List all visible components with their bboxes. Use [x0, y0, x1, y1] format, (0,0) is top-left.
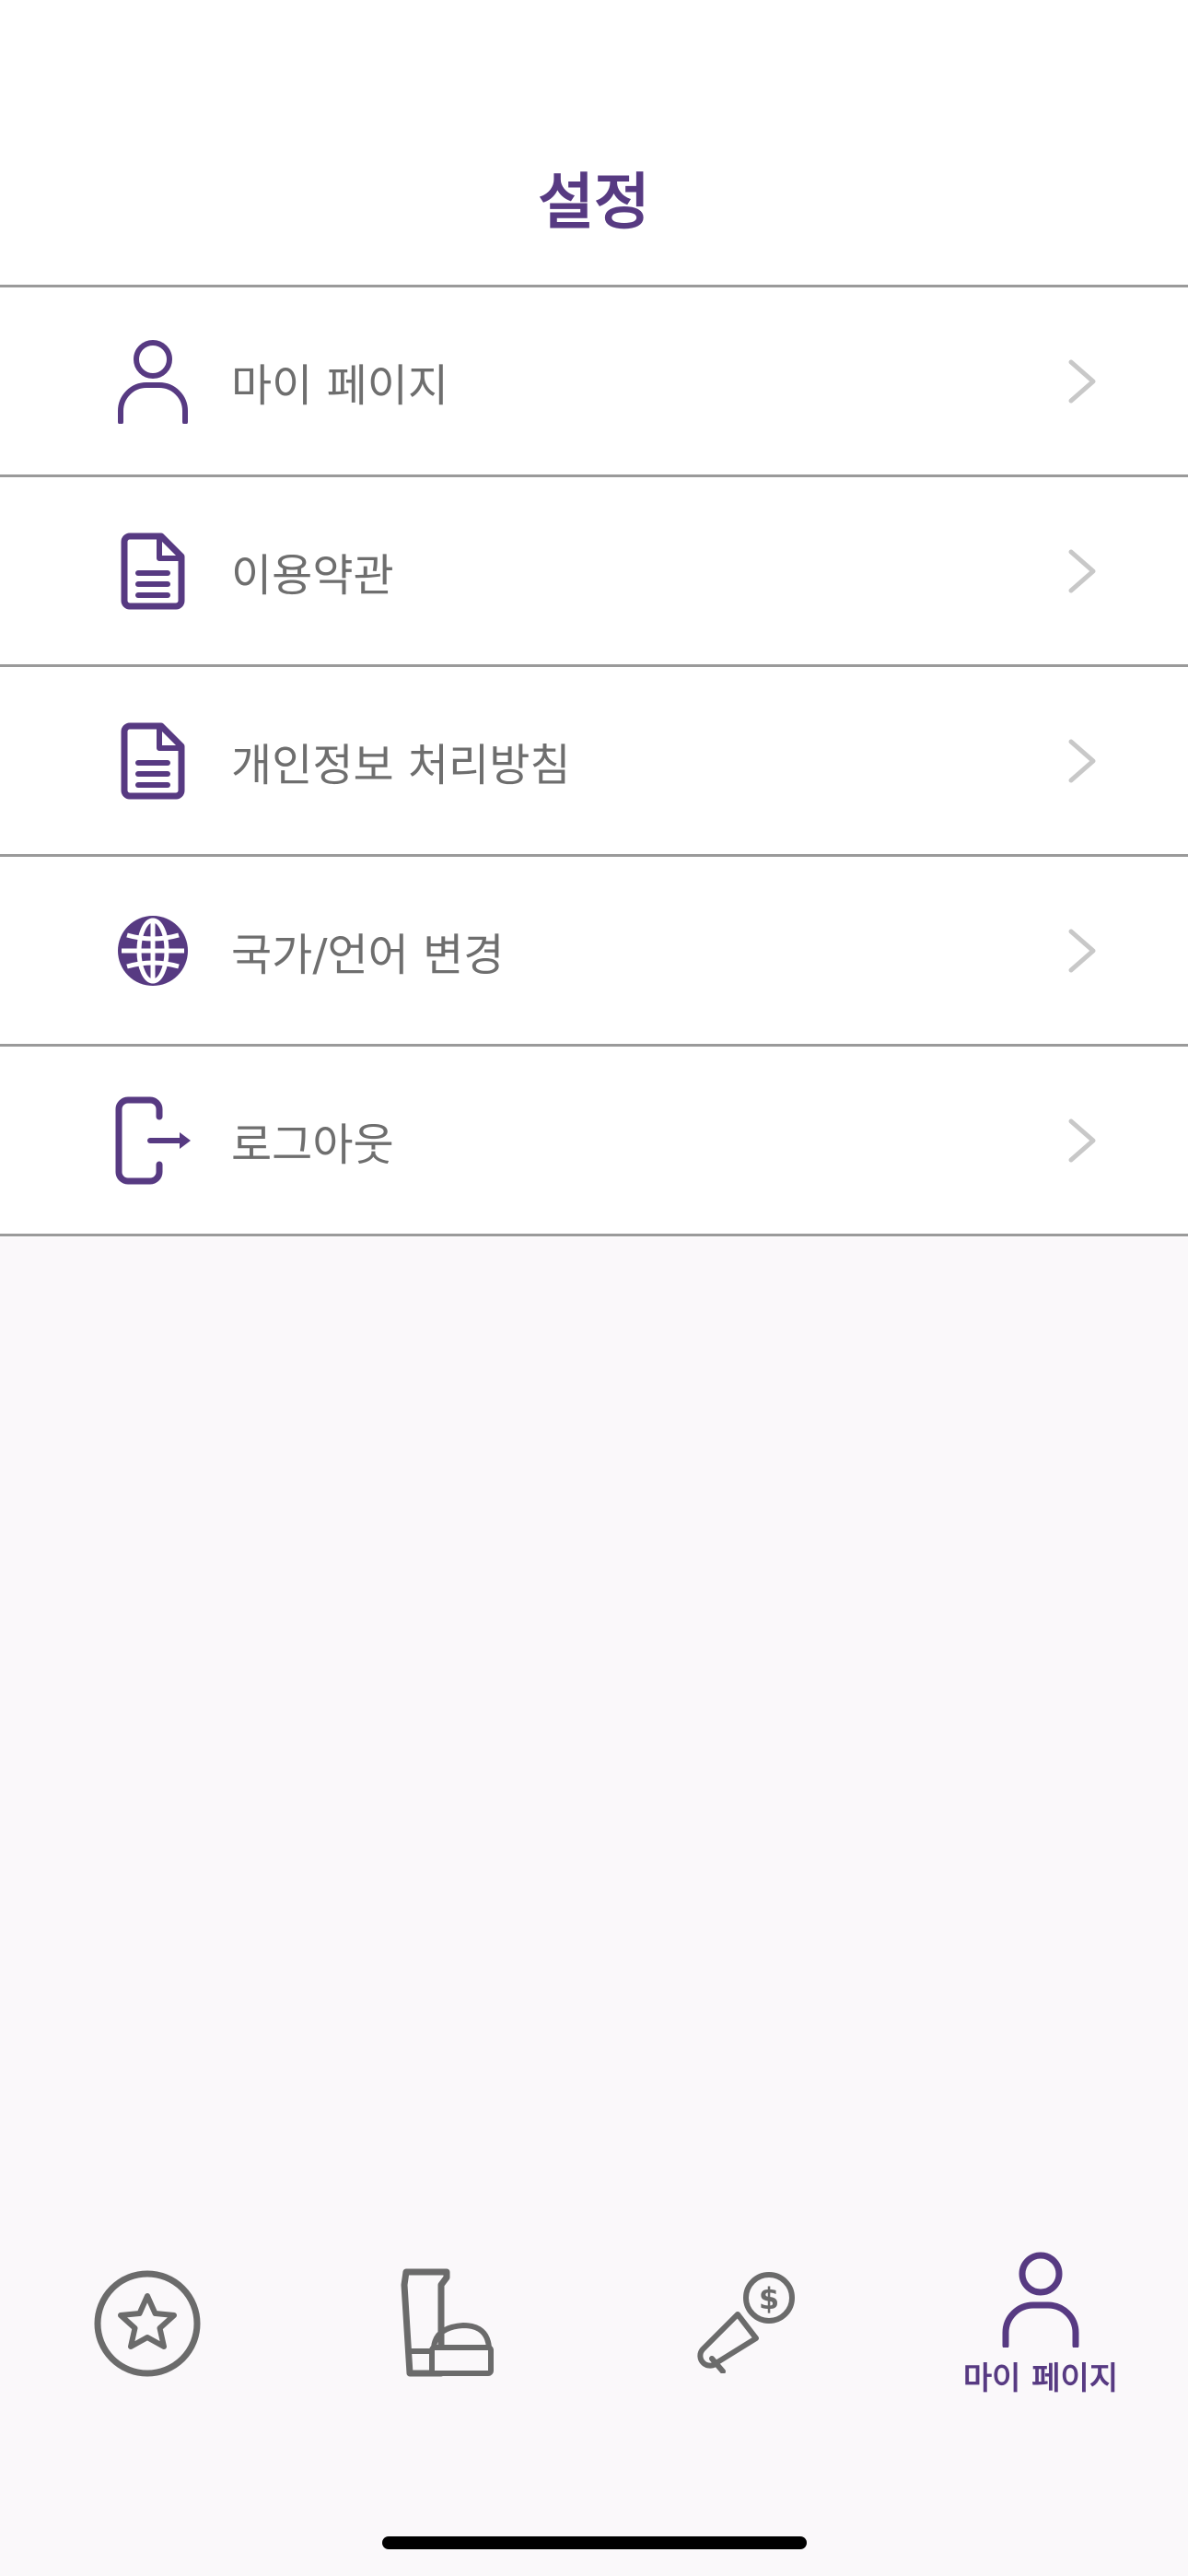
- chevron-right-icon: [1068, 1118, 1096, 1162]
- user-icon: [1002, 2252, 1079, 2348]
- chevron-right-icon: [1068, 359, 1096, 403]
- tab-label: 마이 페이지: [962, 2360, 1119, 2397]
- menu-item-label: 마이 페이지: [231, 359, 449, 412]
- chevron-right-icon: [1068, 739, 1096, 782]
- globe-icon: [109, 907, 197, 995]
- promotion-megaphone-icon: $: [697, 2272, 795, 2373]
- star-circle-icon: [94, 2270, 201, 2377]
- home-indicator[interactable]: [382, 2536, 807, 2549]
- menu-item-label: 개인정보 처리방침: [231, 739, 571, 791]
- document-icon: [109, 717, 197, 805]
- tab-cosmetics[interactable]: [332, 2230, 562, 2460]
- menu-item-country-language[interactable]: 국가/언어 변경: [0, 854, 1188, 1044]
- logout-icon: [109, 1096, 197, 1185]
- tab-my-page[interactable]: 마이 페이지: [926, 2230, 1156, 2460]
- tab-favorites[interactable]: [32, 2230, 262, 2460]
- user-icon: [109, 337, 197, 426]
- chevron-right-icon: [1068, 929, 1096, 972]
- settings-menu: 마이 페이지 이용약관 개인정보 처리방침 국가/언어 변경 로그아웃: [0, 285, 1188, 1236]
- menu-item-terms[interactable]: 이용약관: [0, 474, 1188, 664]
- svg-text:$: $: [759, 2281, 779, 2316]
- cosmetics-icon: [401, 2268, 494, 2377]
- document-icon: [109, 527, 197, 615]
- page-title: 설정: [538, 167, 650, 238]
- menu-item-label: 이용약관: [231, 549, 394, 602]
- chevron-right-icon: [1068, 549, 1096, 592]
- menu-item-logout[interactable]: 로그아웃: [0, 1044, 1188, 1236]
- bottom-tab-bar: $ 마이 페이지: [0, 2230, 1188, 2460]
- tab-promotions[interactable]: $: [629, 2230, 859, 2460]
- menu-item-label: 국가/언어 변경: [231, 929, 505, 981]
- menu-item-my-page[interactable]: 마이 페이지: [0, 285, 1188, 474]
- menu-item-label: 로그아웃: [231, 1118, 394, 1171]
- menu-item-privacy-policy[interactable]: 개인정보 처리방침: [0, 664, 1188, 854]
